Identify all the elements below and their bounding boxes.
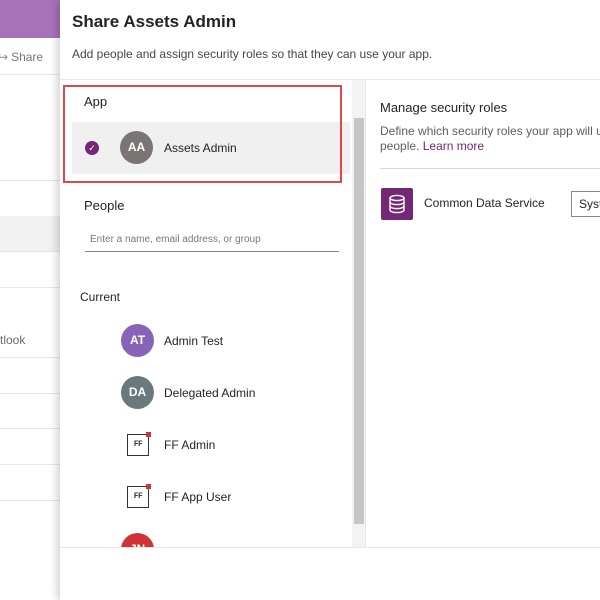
background-divider xyxy=(0,428,60,429)
highlight-box xyxy=(63,85,342,183)
ff-logo-text: FF xyxy=(133,492,143,501)
security-roles-title: Manage security roles xyxy=(380,100,508,115)
background-share-button[interactable]: ↪ Share xyxy=(0,48,60,66)
avatar: JN xyxy=(121,533,154,547)
ff-logo-text: FF xyxy=(133,440,143,449)
current-section-label: Current xyxy=(80,290,121,304)
security-roles-column: Manage security roles Define which secur… xyxy=(367,80,600,547)
ff-logo-icon: FF xyxy=(127,432,151,456)
user-name: Admin Test xyxy=(164,334,224,348)
people-column: App ✓ AA Assets Admin People Enter a nam… xyxy=(60,80,366,547)
background-divider xyxy=(0,180,60,181)
scrollbar[interactable] xyxy=(352,80,365,547)
avatar: DA xyxy=(121,376,154,409)
scrollbar-thumb[interactable] xyxy=(354,118,364,524)
background-divider xyxy=(0,393,60,394)
background-page: ↪ Share tlook xyxy=(0,0,60,600)
security-roles-description: Define which security roles your app wil… xyxy=(380,124,600,154)
ff-logo-dot xyxy=(146,484,151,489)
security-roles-divider xyxy=(380,168,600,169)
database-icon xyxy=(381,188,413,220)
ff-logo-dot xyxy=(146,432,151,437)
background-divider xyxy=(0,464,60,465)
security-roles-description-text: Define which security roles your app wil… xyxy=(380,124,600,138)
security-roles-description-end: people. xyxy=(380,139,420,153)
learn-more-link[interactable]: Learn more xyxy=(423,139,484,153)
panel-subtitle: Add people and assign security roles so … xyxy=(72,47,433,61)
background-divider xyxy=(0,74,60,75)
user-name: FF Admin xyxy=(164,438,216,452)
ff-logo-icon: FF xyxy=(127,484,151,508)
people-search-input[interactable]: Enter a name, email address, or group xyxy=(85,228,339,252)
user-name: Delegated Admin xyxy=(164,386,256,400)
panel-title: Share Assets Admin xyxy=(72,12,237,31)
background-divider xyxy=(0,357,60,358)
service-name: Common Data Service xyxy=(424,196,545,210)
background-header-row xyxy=(0,216,60,252)
security-role-dropdown[interactable]: Syst xyxy=(571,191,600,217)
people-section-label: People xyxy=(84,198,125,213)
share-panel: Share Assets Admin Add people and assign… xyxy=(60,0,600,600)
user-name: FF App User xyxy=(164,490,232,504)
avatar: AT xyxy=(121,324,154,357)
panel-footer-divider xyxy=(60,547,600,548)
background-divider xyxy=(0,287,60,288)
share-icon: ↪ xyxy=(0,50,9,64)
background-outlook-text: tlook xyxy=(0,333,26,347)
background-share-label: Share xyxy=(11,50,44,64)
background-divider xyxy=(0,500,60,501)
background-topbar xyxy=(0,0,60,38)
